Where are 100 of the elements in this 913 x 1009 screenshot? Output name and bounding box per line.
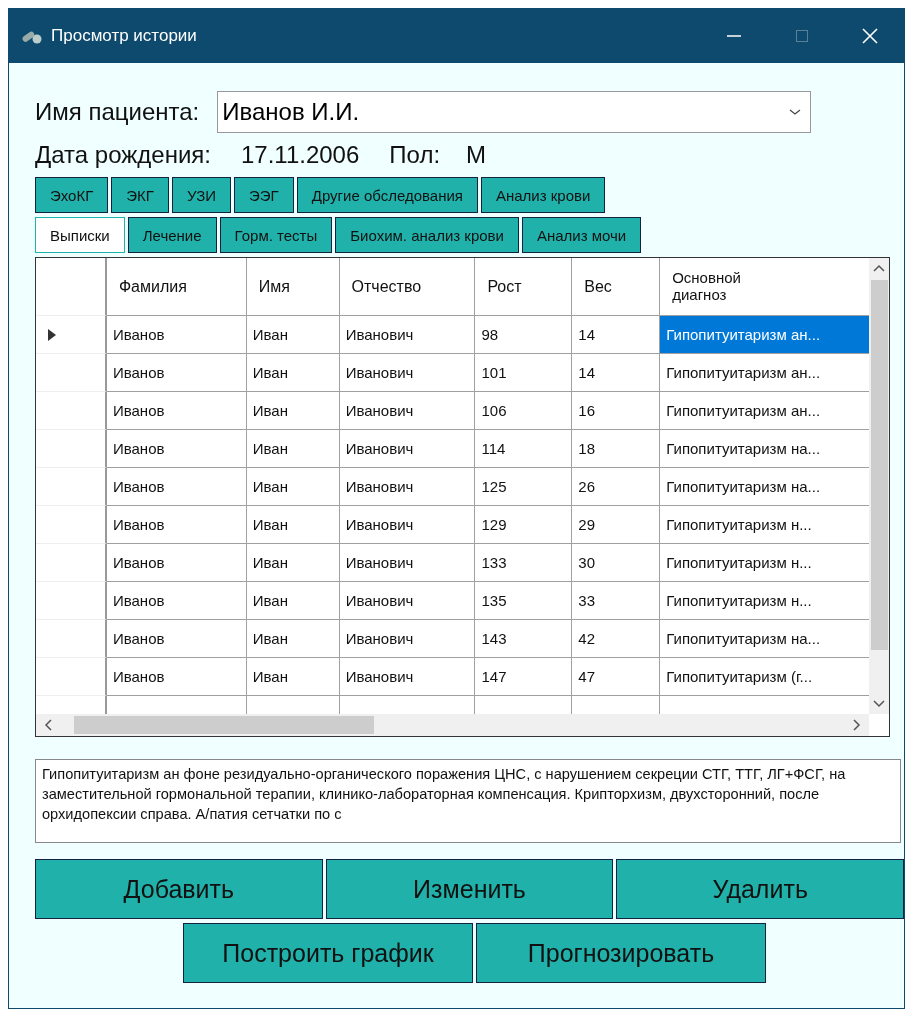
table-cell: Гипопитуитаризм ан... [660,316,869,354]
row-header[interactable] [36,544,107,582]
table-cell: Иванов [106,392,247,430]
table-cell: 14 [572,354,661,392]
scrollbar-thumb[interactable] [870,280,888,650]
table-cell: 29 [572,506,661,544]
table-cell: Гипопитуитаризм ан... [660,354,869,392]
scroll-left-icon[interactable] [44,719,52,731]
close-icon [861,26,879,45]
horizontal-scrollbar[interactable] [36,714,869,736]
birth-date-value: 17.11.2006 [240,141,360,169]
table-cell: Иванович [339,658,476,696]
table-cell: 135 [475,582,573,620]
patient-dropdown[interactable]: Иванов И.И. [217,91,812,133]
table-cell: 18 [572,430,661,468]
table-cell: Иванович [339,468,476,506]
table-cell: Гипопитуитаризм на... [660,468,869,506]
row-header[interactable] [36,392,107,430]
row-header[interactable] [36,506,107,544]
tab[interactable]: ЭЭГ [234,177,294,213]
table-cell: Иванов [106,506,247,544]
table-cell: Иван [246,392,340,430]
table-cell: Иванов [106,582,247,620]
tab[interactable]: ЭКГ [111,177,169,213]
table-cell: Иванович [339,506,476,544]
table-cell: Гипопитуитаризм н... [660,582,869,620]
tab[interactable]: Анализ мочи [521,217,642,253]
table-cell: 47 [572,658,661,696]
birth-date-label: Дата рождения: [35,141,211,169]
table-cell: 16 [572,392,661,430]
tab[interactable]: Лечение [127,217,217,253]
table-cell: Гипопитуитаризм на... [660,620,869,658]
scroll-up-icon[interactable] [873,264,885,272]
table-cell: Иван [246,544,340,582]
table-cell: Иванович [339,430,476,468]
table-cell: 125 [475,468,573,506]
table-cell: 33 [572,582,661,620]
table-cell: Гипопитуитаризм н... [660,544,869,582]
tab[interactable]: Горм. тесты [219,217,333,253]
table-cell: Иван [246,430,340,468]
row-header[interactable] [36,658,107,696]
table-cell: Иванович [339,544,476,582]
action-button[interactable]: Прогнозировать [476,923,766,983]
table-cell: Иванович [339,354,476,392]
column-header[interactable]: Отчество [339,258,476,316]
column-header[interactable]: Вес [572,258,661,316]
row-header[interactable] [36,354,107,392]
table-cell: Гипопитуитаризм на... [660,430,869,468]
table-cell: Иванович [339,620,476,658]
tab[interactable]: УЗИ [172,177,232,213]
column-header[interactable]: Рост [475,258,573,316]
action-button[interactable]: Изменить [325,859,614,919]
table-cell: Иван [246,582,340,620]
table-cell: Иван [246,468,340,506]
table-cell: Иванов [106,468,247,506]
table-cell: Иванов [106,544,247,582]
row-header[interactable] [36,582,107,620]
table-cell: 147 [475,658,573,696]
table-cell: 133 [475,544,573,582]
table-cell: Иван [246,354,340,392]
table-cell: Иван [246,506,340,544]
row-header[interactable] [36,316,107,354]
tab[interactable]: Другие обследования [296,177,478,213]
tab[interactable]: Выписки [35,217,125,253]
table-cell: Иван [246,316,340,354]
table-cell: Иванов [106,658,247,696]
sex-label: Пол: [389,141,441,169]
table-cell: Иванович [339,582,476,620]
action-button[interactable]: Построить график [183,923,473,983]
current-row-icon [48,328,56,341]
scroll-right-icon[interactable] [853,719,861,731]
table-cell: Гипопитуитаризм ан... [660,392,869,430]
patient-label: Имя пациента: [35,98,200,126]
table-cell: 101 [475,354,573,392]
vertical-scrollbar[interactable] [869,258,889,714]
tab[interactable]: Анализ крови [480,177,606,213]
column-header[interactable]: Фамилия [106,258,247,316]
tab[interactable]: ЭхоКГ [35,177,109,213]
table-cell: Иванов [106,620,247,658]
scroll-down-icon[interactable] [873,700,885,708]
row-header[interactable] [36,468,107,506]
table-cell: Гипопитуитаризм н... [660,506,869,544]
description-text[interactable]: Гипопитуитаризм ан фоне резидуально-органического поражения ЦНС, с нарушением секреции СТГ, ТТГ, ЛГ+ФСГ, на заместительной гормональной терапии, клинико-лабораторная компенсация. Крипторхизм, двухсторонний, после орхидопексии справа. А/патия сетчатки по с [35,759,901,843]
maximize-icon [794,27,810,44]
action-button[interactable]: Удалить [616,859,904,919]
table-cell: Иван [246,620,340,658]
action-button[interactable]: Добавить [35,859,323,919]
table-cell: 143 [475,620,573,658]
column-header[interactable]: Имя [246,258,340,316]
table-cell: Иван [246,658,340,696]
table-cell: Иванов [106,316,247,354]
scrollbar-thumb[interactable] [74,716,374,734]
minimize-icon [727,34,741,37]
sex-value: М [466,141,487,169]
table-cell: 30 [572,544,661,582]
table-cell: Иванович [339,392,476,430]
tab[interactable]: Биохим. анализ крови [335,217,519,253]
row-header[interactable] [36,620,107,658]
row-header[interactable] [36,430,107,468]
row-header-corner [36,258,107,316]
